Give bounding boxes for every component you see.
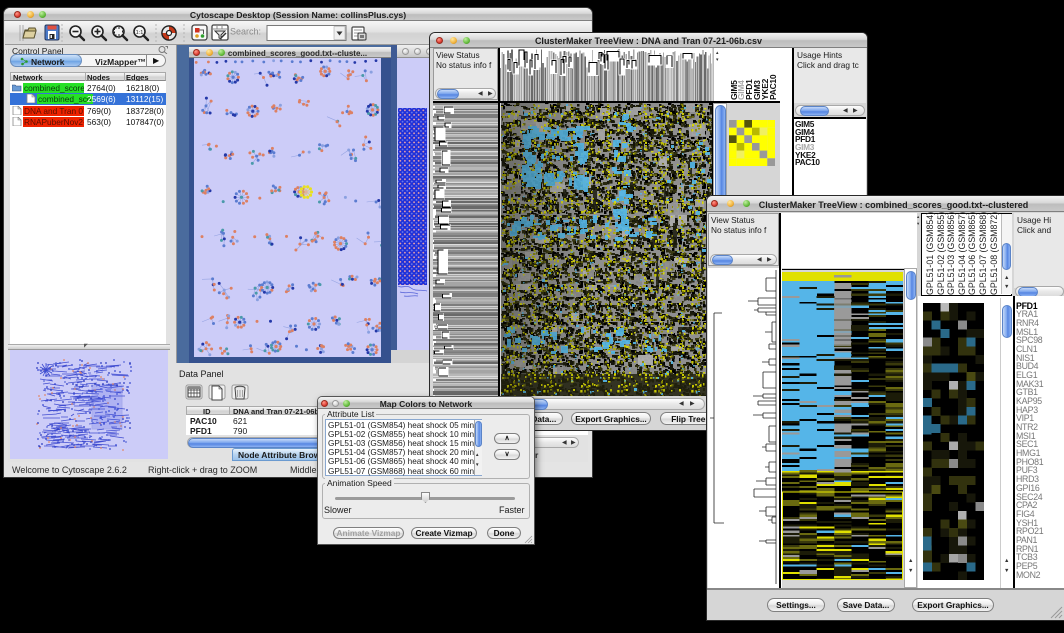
svg-text:1:1: 1:1 [136,30,144,36]
svg-text:Search:: Search: [230,27,261,37]
